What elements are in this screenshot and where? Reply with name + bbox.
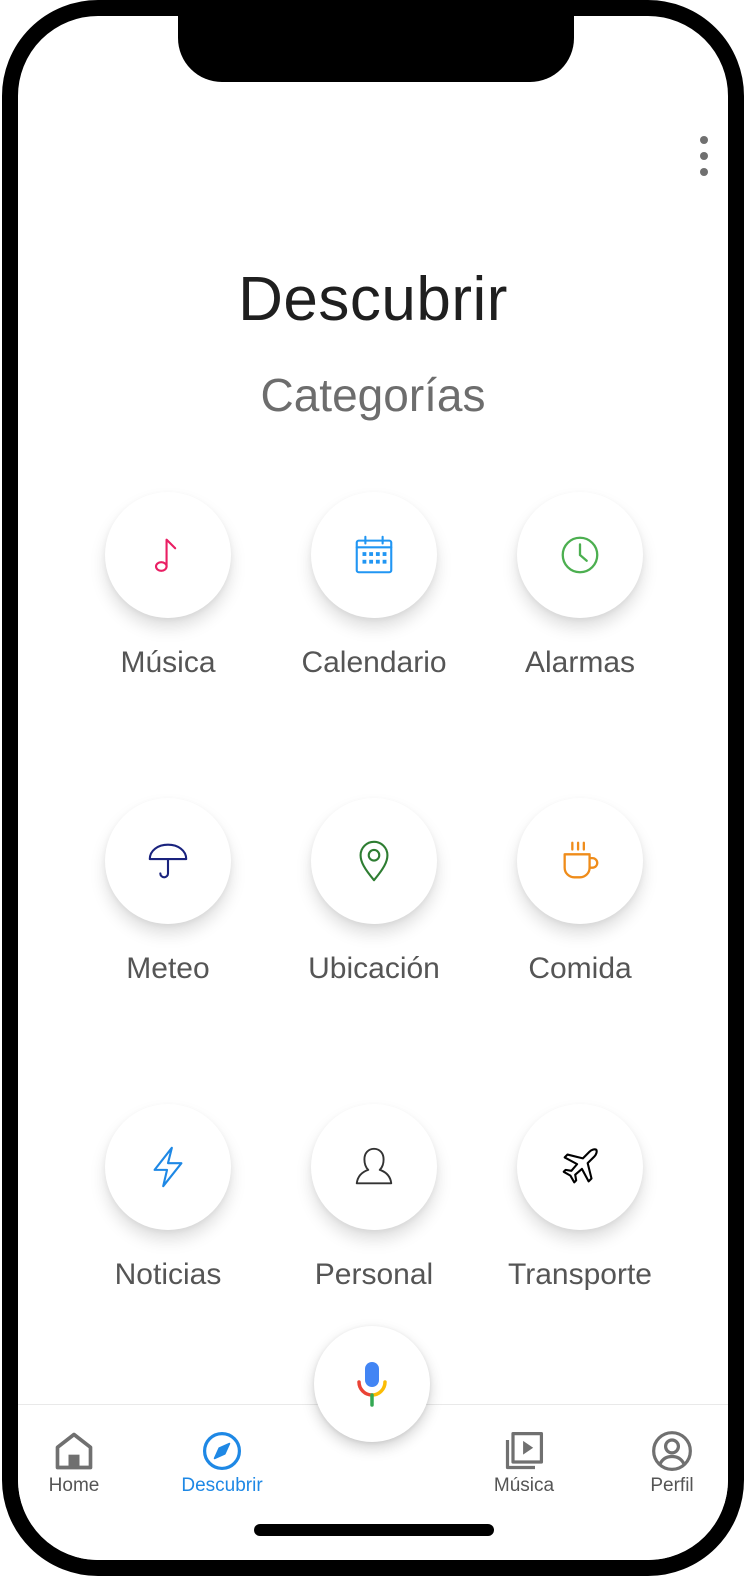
umbrella-icon [148, 843, 188, 879]
category-alarmas[interactable]: Alarmas [480, 492, 680, 680]
category-calendario[interactable]: Calendario [274, 492, 474, 680]
category-button[interactable] [517, 798, 643, 924]
device-notch [178, 16, 574, 82]
category-label: Música [120, 646, 216, 679]
category-button[interactable] [105, 492, 231, 618]
category-label: Noticias [114, 1258, 222, 1291]
category-label: Meteo [126, 952, 210, 985]
nav-label: Home [48, 1475, 100, 1496]
calendar-icon [355, 535, 393, 574]
nav-item-home[interactable]: Home [18, 1429, 134, 1497]
nav-item-perfil[interactable]: Perfil [612, 1429, 728, 1497]
category-label: Ubicación [308, 952, 440, 985]
location-pin-icon [359, 840, 389, 882]
nav-label: Música [493, 1475, 555, 1496]
category-meteo[interactable]: Meteo [68, 798, 268, 986]
category-ubicacion[interactable]: Ubicación [274, 798, 474, 986]
microphone-icon [357, 1362, 387, 1407]
category-label: Personal [314, 1258, 434, 1291]
category-label: Transporte [508, 1258, 652, 1291]
person-icon [355, 1147, 393, 1185]
nav-label: Perfil [650, 1475, 694, 1496]
category-musica[interactable]: Música [68, 492, 268, 680]
category-button[interactable] [517, 1104, 643, 1230]
clock-icon [561, 536, 599, 574]
more-options-icon[interactable] [692, 136, 716, 176]
category-button[interactable] [105, 1104, 231, 1230]
category-label: Alarmas [524, 646, 636, 679]
nav-item-musica[interactable]: Música [464, 1429, 584, 1497]
category-noticias[interactable]: Noticias [68, 1104, 268, 1292]
nav-item-descubrir[interactable]: Descubrir [162, 1429, 282, 1497]
section-subtitle: Categorías [260, 369, 486, 421]
category-button[interactable] [311, 798, 437, 924]
page-title: Descubrir [238, 265, 508, 334]
compass-icon [202, 1431, 242, 1471]
account-circle-icon [652, 1431, 692, 1471]
category-transporte[interactable]: Transporte [480, 1104, 680, 1292]
coffee-cup-icon [563, 841, 599, 879]
category-label: Calendario [301, 646, 447, 679]
music-note-icon [154, 538, 177, 572]
home-icon [55, 1432, 93, 1470]
lightning-icon [153, 1146, 183, 1188]
category-label: Comida [528, 952, 632, 985]
phone-frame: Descubrir Categorías Música Calendario A… [2, 0, 744, 1576]
category-button[interactable] [311, 492, 437, 618]
airplane-icon [562, 1148, 598, 1184]
category-button[interactable] [311, 1104, 437, 1230]
category-comida[interactable]: Comida [480, 798, 680, 986]
video-library-icon [505, 1431, 544, 1470]
voice-search-button[interactable] [314, 1326, 430, 1442]
home-indicator[interactable] [254, 1524, 494, 1536]
category-personal[interactable]: Personal [274, 1104, 474, 1292]
category-button[interactable] [105, 798, 231, 924]
nav-label: Descubrir [181, 1475, 263, 1496]
category-button[interactable] [517, 492, 643, 618]
